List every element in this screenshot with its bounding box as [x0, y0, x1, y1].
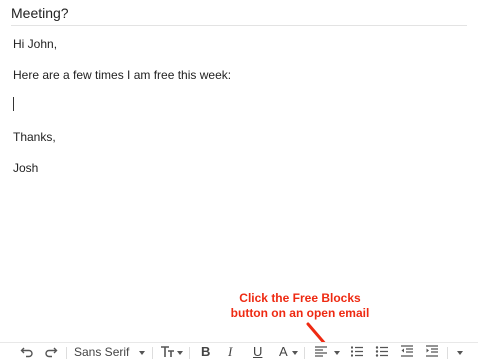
- text-cursor: [13, 97, 14, 111]
- toolbar-divider: [304, 347, 305, 359]
- font-name-label: Sans Serif: [74, 345, 130, 359]
- chevron-down-icon[interactable]: [177, 351, 183, 355]
- redo-icon[interactable]: [44, 344, 58, 359]
- font-dropdown[interactable]: Sans Serif: [74, 344, 129, 359]
- callout-line-1: Click the Free Blocks: [239, 291, 361, 305]
- callout-line-2: button on an open email: [230, 306, 370, 320]
- email-closing[interactable]: Thanks,: [13, 130, 56, 144]
- email-greeting[interactable]: Hi John,: [13, 37, 57, 51]
- toolbar-divider: [447, 347, 448, 359]
- align-icon[interactable]: [314, 344, 328, 359]
- bulleted-list-icon[interactable]: [375, 344, 389, 359]
- undo-icon[interactable]: [20, 344, 34, 359]
- indent-less-icon[interactable]: [400, 344, 414, 359]
- underline-icon[interactable]: U: [253, 344, 262, 359]
- bold-icon[interactable]: B: [201, 344, 210, 359]
- subject-field[interactable]: Meeting?: [11, 0, 467, 26]
- toolbar-divider: [189, 347, 190, 359]
- toolbar-divider: [66, 347, 67, 359]
- email-body-line[interactable]: Here are a few times I am free this week…: [13, 68, 231, 82]
- chevron-down-icon[interactable]: [139, 351, 145, 355]
- formatting-toolbar: Sans Serif B I U A: [0, 342, 478, 359]
- indent-more-icon[interactable]: [425, 344, 439, 359]
- subject-text: Meeting?: [11, 5, 69, 21]
- text-color-icon[interactable]: A: [279, 344, 288, 359]
- toolbar-divider: [152, 347, 153, 359]
- more-formatting-icon[interactable]: [457, 351, 463, 355]
- chevron-down-icon[interactable]: [292, 351, 298, 355]
- text-size-icon[interactable]: [160, 344, 176, 359]
- italic-icon[interactable]: I: [228, 344, 232, 359]
- email-signature[interactable]: Josh: [13, 161, 38, 175]
- numbered-list-icon[interactable]: [350, 344, 364, 359]
- instruction-callout: Click the Free Blocks button on an open …: [200, 291, 400, 321]
- chevron-down-icon[interactable]: [334, 351, 340, 355]
